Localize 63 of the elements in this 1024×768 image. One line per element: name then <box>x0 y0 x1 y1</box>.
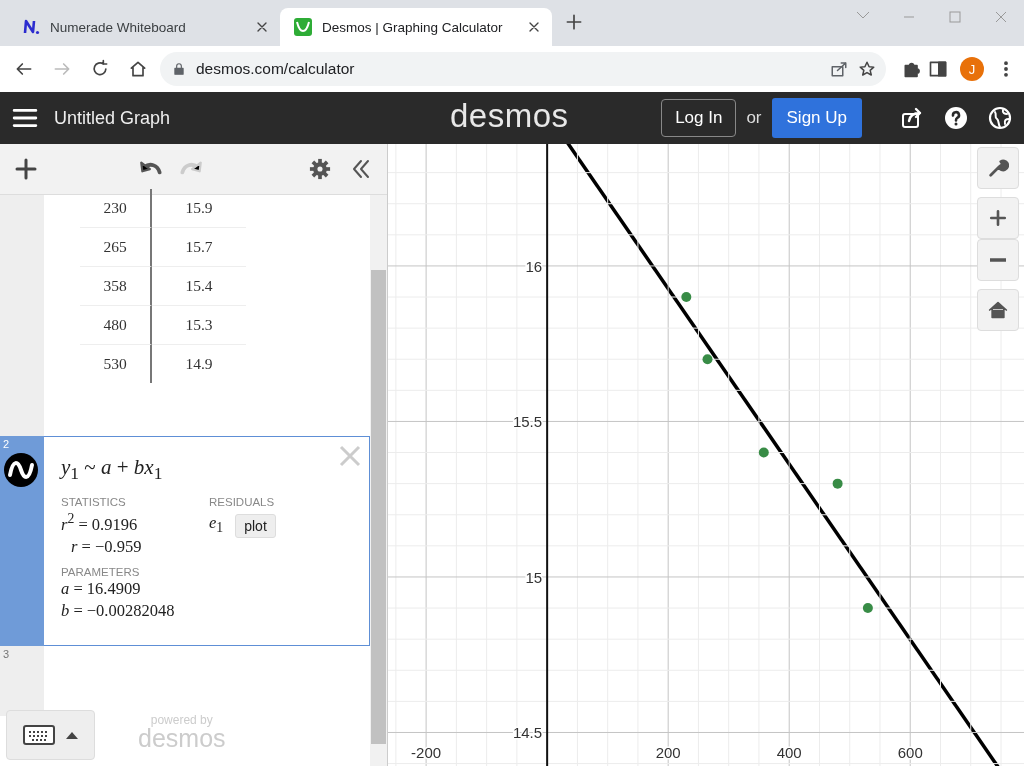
help-icon[interactable] <box>944 106 968 130</box>
residual-variable: e$_{1}$ <box>209 512 224 538</box>
tick-label: 16 <box>525 257 543 275</box>
settings-button[interactable] <box>977 147 1019 189</box>
home-icon[interactable] <box>128 59 148 79</box>
default-view-button[interactable] <box>977 289 1019 331</box>
line-number: 2 <box>3 438 10 450</box>
zoom-in-button[interactable] <box>977 197 1019 239</box>
table-cell[interactable]: 15.9 <box>152 189 246 228</box>
home-icon <box>988 300 1008 320</box>
table-cell[interactable]: 358 <box>80 267 152 306</box>
settings-icon[interactable] <box>309 158 331 180</box>
graph-title[interactable]: Untitled Graph <box>54 107 171 129</box>
browser-tab[interactable]: Numerade Whiteboard <box>8 8 280 46</box>
tick-label: -200 <box>411 744 442 761</box>
sidebar-icon[interactable] <box>928 59 948 79</box>
zoom-out-button[interactable] <box>977 239 1019 281</box>
table-cell[interactable]: 265 <box>80 228 152 267</box>
parameter-value: a = 16.4909 <box>61 577 142 600</box>
desmos-logo: desmos <box>450 97 569 135</box>
section-heading: STATISTICS <box>61 496 127 509</box>
new-tab-icon[interactable] <box>564 12 584 32</box>
or-text: or <box>746 108 762 128</box>
signup-button[interactable]: Sign Up <box>771 98 862 138</box>
statistic-value: r$^{2}$ = 0.9196 <box>61 510 139 536</box>
minus-icon <box>990 258 1006 262</box>
tick-label: 200 <box>655 744 681 761</box>
table-cell[interactable]: 15.3 <box>152 306 246 345</box>
plot-button[interactable]: plot <box>235 513 276 538</box>
add-icon[interactable] <box>14 157 38 181</box>
tick-label: 15 <box>525 568 543 586</box>
wave-icon <box>4 453 38 487</box>
parameter-value: b = −0.00282048 <box>61 599 176 622</box>
caret-up-icon <box>64 730 79 740</box>
table-cell[interactable]: 15.4 <box>152 267 246 306</box>
table-cell[interactable]: 14.9 <box>152 345 246 383</box>
star-icon[interactable] <box>858 60 876 78</box>
tick-label: 15.5 <box>512 413 543 431</box>
keyboard-button[interactable] <box>6 710 95 760</box>
browser-tab[interactable]: Desmos | Graphing Calculator <box>280 8 552 46</box>
table-cell[interactable]: 230 <box>80 189 152 228</box>
globe-icon[interactable] <box>988 106 1012 130</box>
table-cell[interactable]: 480 <box>80 306 152 345</box>
statistic-value: r = −0.959 <box>70 535 143 558</box>
tick-label: 14.5 <box>512 724 543 742</box>
table-cell[interactable]: 15.7 <box>152 228 246 267</box>
lock-icon <box>172 62 186 76</box>
zigzag-icon <box>22 18 40 36</box>
plus-icon <box>989 209 1007 227</box>
expression-gutter[interactable]: 3 <box>0 646 44 716</box>
tick-label: 600 <box>897 744 923 761</box>
graph-icon <box>294 18 312 36</box>
section-heading: RESIDUALS <box>209 496 276 509</box>
login-button[interactable]: Log In <box>661 99 737 137</box>
scrollbar-thumb[interactable] <box>371 270 386 744</box>
share-icon[interactable] <box>900 106 924 130</box>
wrench-icon <box>987 157 1009 179</box>
regression-formula[interactable]: y$_{1}$ ~ a + bx$_{1}$ <box>61 455 369 485</box>
keyboard-icon <box>22 725 55 745</box>
table-cell[interactable]: 530 <box>80 345 152 383</box>
section-heading: PARAMETERS <box>61 565 141 578</box>
tick-label: 400 <box>776 744 802 761</box>
line-number: 3 <box>3 648 10 660</box>
